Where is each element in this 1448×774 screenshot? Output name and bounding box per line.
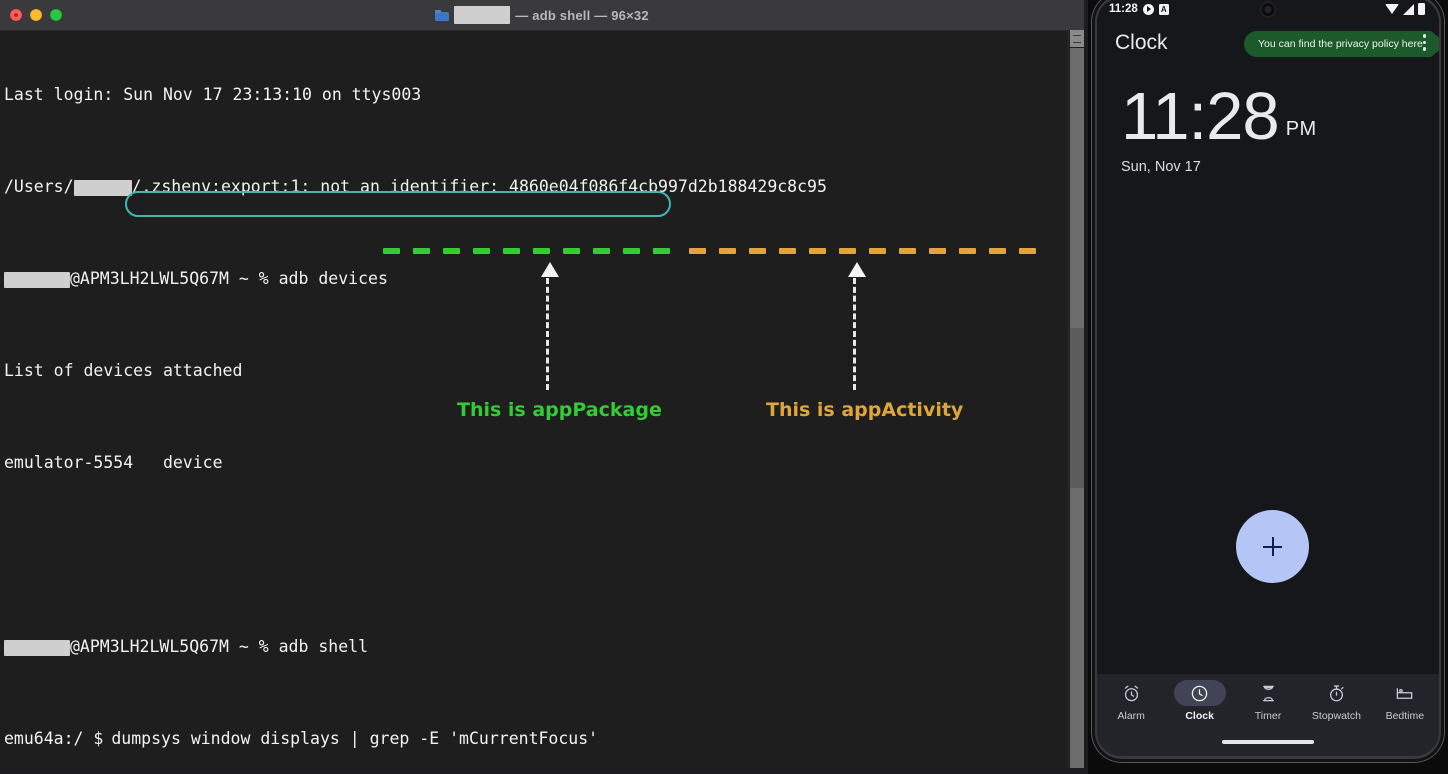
app-title: Clock: [1115, 31, 1168, 54]
redacted-user-3: [4, 639, 70, 656]
alarm-badge-icon: A: [1158, 3, 1169, 15]
add-city-fab[interactable]: [1236, 510, 1309, 583]
nav-label-clock: Clock: [1185, 710, 1214, 722]
nav-item-stopwatch[interactable]: Stopwatch: [1302, 680, 1370, 742]
signal-icon: [1403, 3, 1414, 15]
front-camera-icon: [1259, 1, 1277, 18]
terminal-title: — adb shell — 96×32: [0, 0, 1084, 30]
folder-icon: [435, 9, 450, 21]
close-button[interactable]: [10, 9, 22, 21]
hourglass-icon: [1262, 685, 1274, 701]
terminal-line-devices-header: List of devices attached: [4, 359, 1084, 382]
nav-pill-bedtime: [1379, 680, 1431, 706]
status-left: 11:28 A: [1109, 3, 1169, 15]
bottom-navigation[interactable]: Alarm Clock Timer Stopwatch Bedtime: [1097, 674, 1439, 756]
minimize-button[interactable]: [30, 9, 42, 21]
clock-icon: [1191, 685, 1208, 701]
nav-item-bedtime[interactable]: Bedtime: [1371, 680, 1439, 742]
terminal-line-device-row: emulator-5554 device: [4, 451, 1084, 474]
devices-header: List of devices attached: [4, 361, 243, 380]
clock-display: 11:28 PM Sun, Nov 17: [1097, 66, 1439, 175]
nav-label-timer: Timer: [1254, 710, 1282, 722]
alarm-clock-icon: [1124, 685, 1138, 701]
scrollbar-menu-button[interactable]: [1070, 30, 1084, 47]
host-prompt-1: @APM3LH2LWL5Q67M ~ % adb devices: [70, 269, 388, 288]
nav-label-stopwatch: Stopwatch: [1311, 710, 1361, 722]
scrollbar-thumb[interactable]: [1070, 328, 1084, 488]
host-prompt-2: @APM3LH2LWL5Q67M ~ % adb shell: [70, 637, 369, 656]
terminal-line-command: emu64a:/ $ dumpsys window displays | grep…: [4, 727, 1084, 750]
package-leader-line: [546, 278, 552, 390]
package-arrow-icon: [541, 262, 559, 277]
terminal-window: — adb shell — 96×32 Last login: Sun Nov …: [0, 0, 1084, 768]
device-screen[interactable]: 11:28 A Clock You can find the privacy p…: [1097, 0, 1439, 756]
shell-prompt-1: emu64a:/ $: [4, 729, 104, 748]
cast-icon: [1142, 3, 1154, 15]
wifi-icon: [1385, 4, 1399, 14]
bed-icon: [1397, 687, 1413, 699]
redacted-user-2: [4, 271, 70, 288]
android-emulator: 11:28 A Clock You can find the privacy p…: [1088, 0, 1448, 774]
stopwatch-icon: [1329, 684, 1344, 701]
nav-pill-timer: [1242, 680, 1294, 706]
redacted-user-1: [73, 179, 132, 196]
clock-app-bar: Clock You can find the privacy policy he…: [1097, 20, 1439, 66]
nav-pill-stopwatch: [1310, 680, 1362, 706]
activity-arrow-icon: [848, 262, 866, 277]
zshenv-pre: /Users/: [4, 177, 74, 196]
status-time: 11:28: [1109, 3, 1138, 15]
kebab-menu-icon[interactable]: [1422, 34, 1426, 51]
time-ampm: PM: [1285, 118, 1317, 140]
current-time: 11:28 PM: [1121, 79, 1439, 154]
activity-annotation-label: This is appActivity: [766, 399, 964, 421]
nav-pill-alarm: [1105, 680, 1157, 706]
screen-root: — adb shell — 96×32 Last login: Sun Nov …: [0, 0, 1448, 774]
time-hours-minutes: 11:28: [1121, 79, 1280, 154]
terminal-line-login: Last login: Sun Nov 17 23:13:10 on ttys0…: [4, 83, 1084, 106]
nav-item-alarm[interactable]: Alarm: [1097, 680, 1165, 742]
nav-item-timer[interactable]: Timer: [1234, 680, 1302, 742]
privacy-policy-tooltip[interactable]: You can find the privacy policy here: [1244, 31, 1439, 57]
window-controls[interactable]: [0, 9, 62, 21]
command-highlight-box: [125, 191, 671, 217]
redacted-username: [454, 6, 511, 24]
battery-icon: [1418, 3, 1425, 15]
nav-pill-clock: [1173, 680, 1226, 706]
nav-label-alarm: Alarm: [1117, 710, 1145, 722]
package-annotation-label: This is appPackage: [457, 399, 662, 421]
terminal-title-text: — adb shell — 96×32: [515, 7, 649, 23]
device-row: emulator-5554 device: [4, 453, 223, 472]
current-date: Sun, Nov 17: [1121, 159, 1201, 175]
tooltip-text: You can find the privacy policy here: [1244, 31, 1431, 57]
home-indicator[interactable]: [1222, 740, 1314, 744]
nav-label-bedtime: Bedtime: [1385, 710, 1425, 722]
status-right: [1385, 3, 1425, 15]
terminal-titlebar[interactable]: — adb shell — 96×32: [0, 0, 1084, 31]
login-text: Last login: Sun Nov 17 23:13:10 on ttys0…: [4, 85, 422, 104]
terminal-scrollbar[interactable]: [1068, 30, 1084, 768]
adb-command: dumpsys window displays | grep -E 'mCurr…: [111, 729, 599, 748]
android-status-bar: 11:28 A: [1097, 0, 1439, 20]
nav-item-clock[interactable]: Clock: [1165, 680, 1233, 742]
activity-leader-line: [853, 278, 859, 390]
tooltip-arrow-icon: [1430, 31, 1439, 57]
maximize-button[interactable]: [50, 9, 62, 21]
terminal-line-prompt-2: @APM3LH2LWL5Q67M ~ % adb shell: [4, 635, 1084, 658]
